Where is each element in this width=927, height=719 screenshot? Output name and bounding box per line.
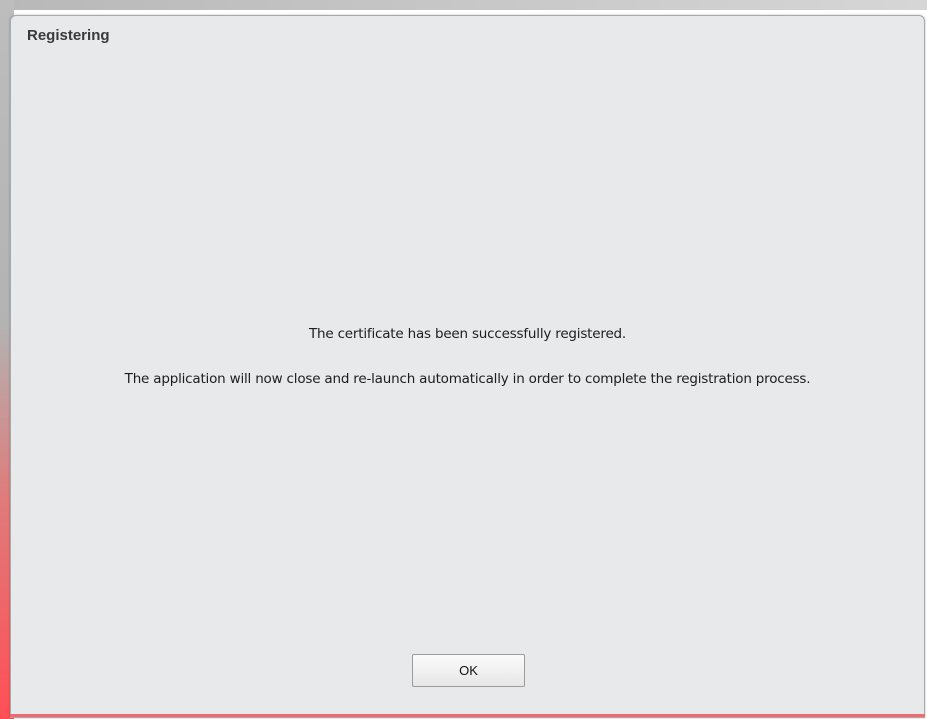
dialog-bottom-edge: [10, 714, 925, 717]
background-top: [0, 0, 927, 10]
relaunch-message: The application will now close and re-la…: [124, 371, 811, 387]
ok-button-label: OK: [459, 663, 478, 678]
dialog-title: Registering: [27, 27, 110, 44]
ok-button[interactable]: OK: [412, 654, 525, 687]
registering-dialog: Registering The certificate has been suc…: [10, 15, 925, 718]
success-message: The certificate has been successfully re…: [308, 326, 627, 342]
